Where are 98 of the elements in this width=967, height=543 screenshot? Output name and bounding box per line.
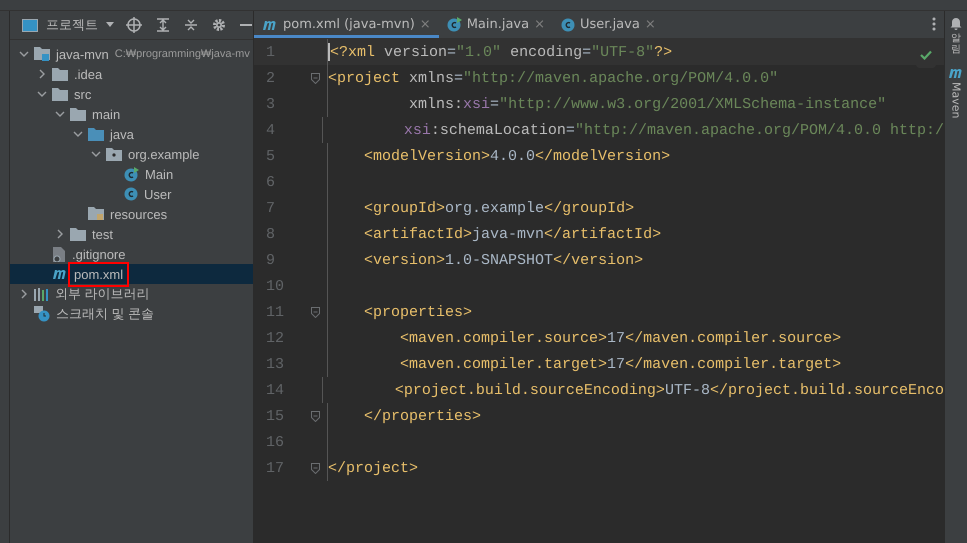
libraries-icon <box>34 288 49 300</box>
tree-item-label: src <box>73 86 92 102</box>
tree-item[interactable]: java-mvn C:₩programming₩java-mv <box>10 44 253 64</box>
folder-icon <box>70 108 86 120</box>
tree-item[interactable]: java <box>10 124 253 144</box>
code-line: xsi:schemaLocation="http://maven.apache.org/POM/4.0.0 http:/ <box>402 122 944 138</box>
panel-title[interactable]: 프로젝트 <box>46 16 98 34</box>
code-line: <maven.compiler.source>17</maven.compiler.source> <box>399 330 842 346</box>
folder-icon <box>70 228 86 240</box>
scratch-console-icon <box>34 306 50 322</box>
tree-item[interactable]: .gitignore <box>10 244 253 264</box>
maven-icon <box>262 18 278 30</box>
tree-item-label: main <box>91 106 122 122</box>
tree-item-label: test <box>91 226 114 242</box>
code-line: <project.build.sourceEncoding>UTF-8</project.build.sourceEnco <box>394 382 944 398</box>
tree-item-label: 스크래치 및 콘솔 <box>55 305 156 323</box>
settings-icon[interactable] <box>212 18 226 32</box>
package-icon <box>106 148 122 160</box>
maven-label[interactable]: Maven <box>950 82 962 118</box>
chevron-down-icon[interactable] <box>19 49 29 59</box>
dropdown-caret-icon[interactable] <box>106 22 114 28</box>
check-icon <box>920 50 932 60</box>
more-options-icon[interactable] <box>932 17 936 31</box>
fold-marker-icon[interactable] <box>311 462 320 474</box>
tree-item[interactable]: resources <box>10 204 253 224</box>
fold-marker-icon[interactable] <box>311 72 320 84</box>
tree-item-label: Main <box>144 166 174 182</box>
module-folder-icon <box>34 47 50 61</box>
tree-item[interactable]: pom.xml <box>10 264 253 284</box>
code-line: </properties> <box>363 408 482 424</box>
tree-item[interactable]: src <box>10 84 253 104</box>
code-line: <modelVersion>4.0.0</modelVersion> <box>363 148 670 164</box>
tree-item-label: java-mvn <box>54 46 110 62</box>
code-line: <artifactId>java-mvn</artifactId> <box>363 226 662 242</box>
line-number: 16 <box>265 434 286 450</box>
runnable-class-icon <box>446 17 462 32</box>
tree-item-label: java <box>108 126 135 142</box>
code-line: <version>1.0-SNAPSHOT</version> <box>363 252 644 268</box>
collapse-all-icon[interactable] <box>184 18 198 32</box>
line-number: 9 <box>265 252 276 268</box>
file-icon <box>52 246 66 262</box>
line-number: 13 <box>265 356 286 372</box>
fold-marker-icon[interactable] <box>311 306 320 318</box>
line-number: 3 <box>265 96 276 112</box>
locate-icon[interactable] <box>126 17 142 33</box>
line-number: 4 <box>265 122 276 138</box>
notifications-label[interactable]: 알림 <box>951 33 961 55</box>
class-icon <box>124 187 138 201</box>
maven-icon <box>948 67 964 79</box>
chevron-right-icon[interactable] <box>19 289 29 299</box>
editor-tab[interactable]: User.java × <box>553 11 664 38</box>
line-number: 10 <box>265 278 286 294</box>
line-number: 2 <box>265 70 276 86</box>
tree-item[interactable]: main <box>10 104 253 124</box>
resources-folder-icon <box>88 207 104 221</box>
tree-item[interactable]: .idea <box>10 64 253 84</box>
editor-tab[interactable]: Main.java × <box>438 11 553 38</box>
tree-item-label: .gitignore <box>71 246 126 262</box>
runnable-class-icon <box>124 166 139 182</box>
code-line: xmlns:xsi="http://www.w3.org/2001/XMLSchema-instance" <box>408 96 886 112</box>
tree-item[interactable]: 스크래치 및 콘솔 <box>10 304 253 324</box>
tree-item-label: User <box>143 186 172 202</box>
tree-item-label: 외부 라이브러리 <box>54 285 151 303</box>
line-number: 12 <box>265 330 286 346</box>
folder-icon <box>88 128 104 140</box>
code-line: <project xmlns="http://maven.apache.org/POM/4.0.0" <box>328 70 778 86</box>
tree-item-label: org.example <box>127 146 201 162</box>
fold-marker-icon[interactable] <box>311 410 320 422</box>
tree-item[interactable]: org.example <box>10 144 253 164</box>
chevron-right-icon[interactable] <box>37 69 47 79</box>
tree-item[interactable]: 외부 라이브러리 <box>10 284 253 304</box>
line-number: 5 <box>265 148 276 164</box>
tree-item[interactable]: test <box>10 224 253 244</box>
code-line: <maven.compiler.target>17</maven.compiler.target> <box>399 356 842 372</box>
code-line: </project> <box>328 460 418 476</box>
tree-item-label: .idea <box>73 66 104 82</box>
code-line: <groupId>org.example</groupId> <box>363 200 634 216</box>
class-icon <box>561 18 575 32</box>
bell-icon[interactable] <box>950 17 962 30</box>
line-number: 6 <box>265 174 276 190</box>
line-number: 11 <box>265 304 286 320</box>
folder-icon <box>52 68 68 80</box>
module-path: C:₩programming₩java-mv <box>114 48 250 60</box>
tree-item[interactable]: User <box>10 184 253 204</box>
chevron-right-icon[interactable] <box>55 229 65 239</box>
code-line: <properties> <box>363 304 472 320</box>
line-number: 17 <box>265 460 286 476</box>
folder-icon <box>52 88 68 100</box>
maven-icon <box>52 268 68 280</box>
code-line: <?xml version="1.0" encoding="UTF-8"?> <box>330 44 672 60</box>
line-number: 7 <box>265 200 276 216</box>
expand-all-icon[interactable] <box>156 18 170 32</box>
tree-item-label: resources <box>109 206 168 222</box>
line-number: 15 <box>265 408 286 424</box>
tree-item[interactable]: Main <box>10 164 253 184</box>
line-number: 14 <box>265 382 286 398</box>
line-number: 8 <box>265 226 276 242</box>
panel-icon <box>22 18 38 32</box>
